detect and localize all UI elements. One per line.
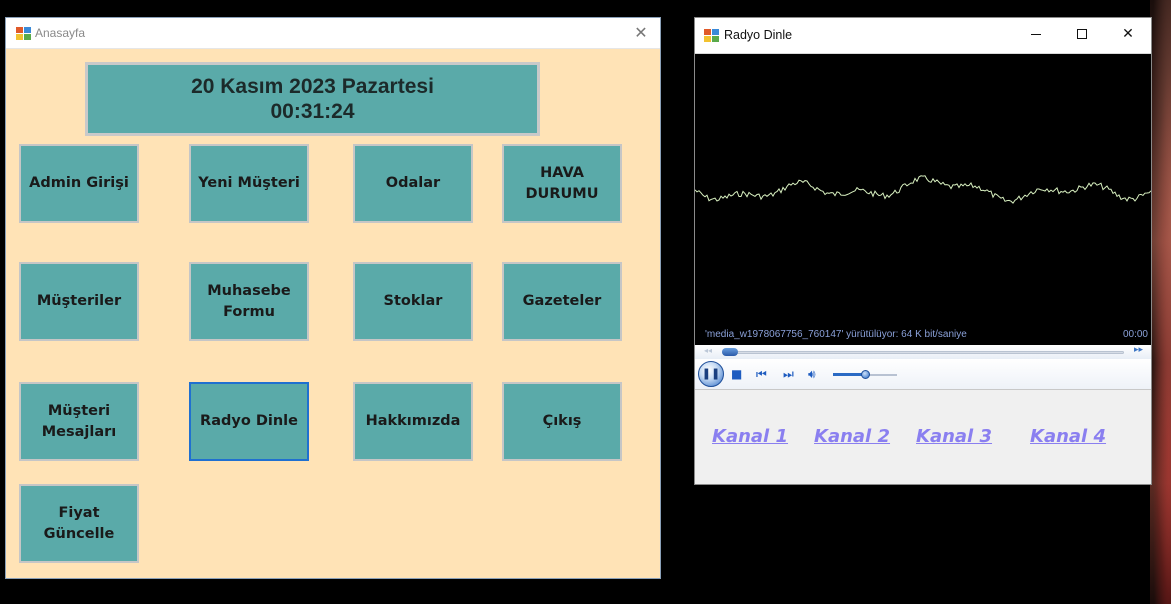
time-label: 00:31:24: [270, 100, 355, 123]
radio-listen-button[interactable]: Radyo Dinle: [189, 382, 309, 461]
exit-button[interactable]: Çıkış: [502, 382, 622, 461]
media-player[interactable]: 'media_w1978067756_760147' yürütülüyor: …: [695, 53, 1151, 390]
previous-icon[interactable]: ⏮: [756, 366, 767, 382]
radio-window-title: Radyo Dinle: [724, 28, 793, 42]
audio-visualization: 'media_w1978067756_760147' yürütülüyor: …: [695, 54, 1151, 345]
main-titlebar[interactable]: Anasayfa ✕: [6, 18, 660, 49]
close-icon[interactable]: ✕: [1105, 18, 1151, 51]
newspapers-button[interactable]: Gazeteler: [502, 262, 622, 341]
volume-icon[interactable]: 🔊︎: [808, 366, 816, 382]
player-controls: ❚❚ ■ ⏮ ⏭ 🔊︎: [695, 359, 1151, 390]
seek-bar[interactable]: ◂◂ ▸▸: [695, 345, 1151, 359]
app-icon: [16, 27, 31, 40]
radio-window: Radyo Dinle ✕ 'media_w1978067756_760147'…: [694, 17, 1152, 485]
playback-status: 'media_w1978067756_760147' yürütülüyor: …: [705, 329, 967, 340]
customer-messages-button[interactable]: Müşteri Mesajları: [19, 382, 139, 461]
stocks-button[interactable]: Stoklar: [353, 262, 473, 341]
maximize-icon[interactable]: [1059, 18, 1105, 51]
close-icon[interactable]: ✕: [630, 22, 652, 44]
channel-4-link[interactable]: Kanal 4: [1030, 426, 1106, 447]
admin-login-button[interactable]: Admin Girişi: [19, 144, 139, 223]
desktop-background-overlay: [1150, 0, 1171, 604]
channel-2-link[interactable]: Kanal 2: [814, 426, 890, 447]
stop-icon[interactable]: ■: [731, 366, 742, 382]
main-window-title: Anasayfa: [35, 26, 86, 40]
about-button[interactable]: Hakkımızda: [353, 382, 473, 461]
customers-button[interactable]: Müşteriler: [19, 262, 139, 341]
rooms-button[interactable]: Odalar: [353, 144, 473, 223]
playback-time: 00:00: [1122, 329, 1148, 340]
seek-forward-icon[interactable]: ▸▸: [1134, 345, 1143, 355]
waveform: [695, 175, 1151, 204]
price-update-button[interactable]: Fiyat Güncelle: [19, 484, 139, 563]
app-icon: [704, 29, 719, 42]
next-icon[interactable]: ⏭: [783, 366, 794, 382]
date-label: 20 Kasım 2023 Pazartesi: [191, 75, 434, 98]
date-time-panel: 20 Kasım 2023 Pazartesi 00:31:24: [85, 62, 540, 136]
accounting-form-button[interactable]: Muhasebe Formu: [189, 262, 309, 341]
channel-3-link[interactable]: Kanal 3: [916, 426, 992, 447]
pause-icon[interactable]: ❚❚: [698, 361, 724, 387]
minimize-icon[interactable]: [1013, 18, 1059, 51]
seek-thumb[interactable]: [722, 348, 738, 356]
seek-track[interactable]: [722, 351, 1124, 354]
channel-1-link[interactable]: Kanal 1: [712, 426, 788, 447]
weather-button[interactable]: HAVA DURUMU: [502, 144, 622, 223]
volume-thumb[interactable]: [861, 370, 870, 379]
new-customer-button[interactable]: Yeni Müşteri: [189, 144, 309, 223]
radio-titlebar[interactable]: Radyo Dinle ✕: [695, 18, 1151, 53]
seek-back-icon: ◂◂: [704, 346, 713, 355]
main-window: Anasayfa ✕ 20 Kasım 2023 Pazartesi 00:31…: [5, 17, 661, 579]
